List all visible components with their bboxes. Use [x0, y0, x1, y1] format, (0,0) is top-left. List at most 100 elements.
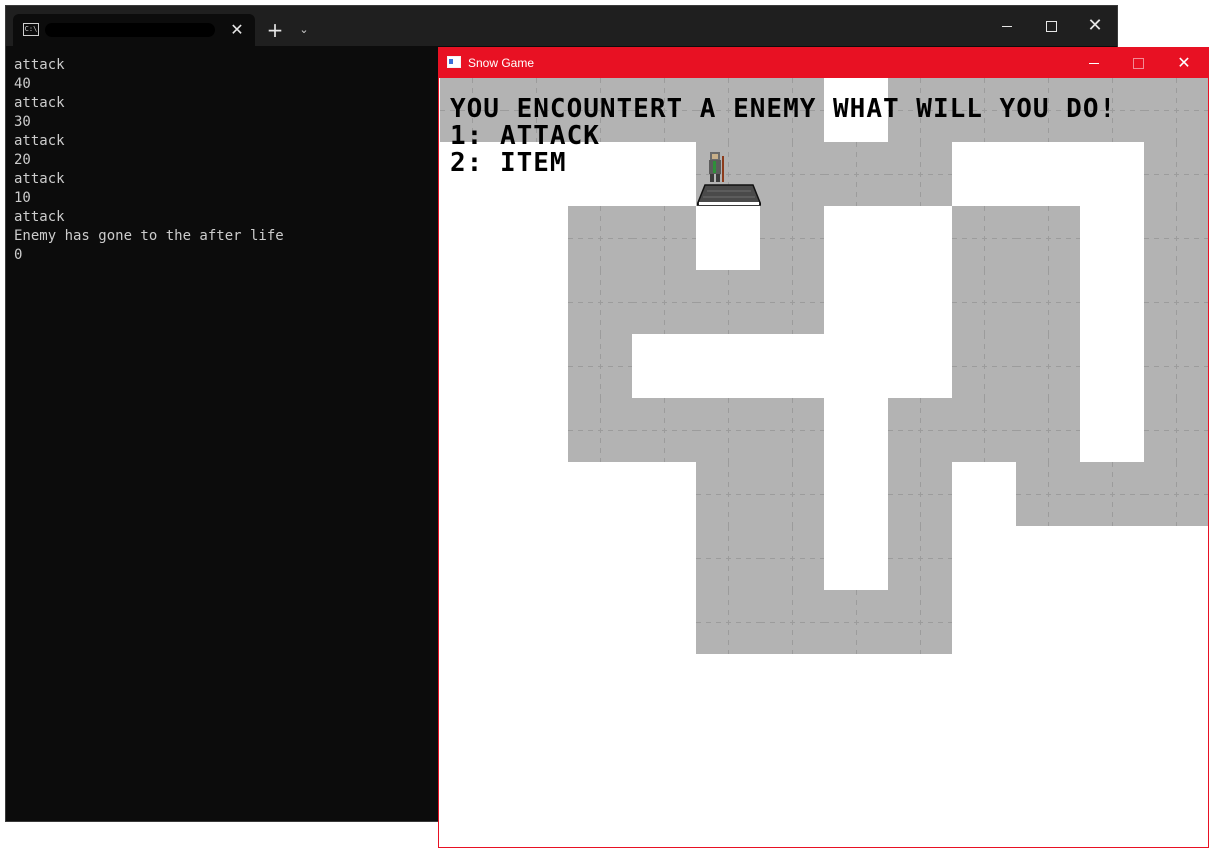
snow-tile — [760, 782, 824, 846]
floor-tile — [632, 270, 696, 334]
floor-tile — [1016, 462, 1080, 526]
floor-tile — [632, 398, 696, 462]
terminal-titlebar[interactable]: C:\ ✕ + ⌄ ✕ — [6, 6, 1117, 46]
snow-tile — [1080, 782, 1144, 846]
snow-tile — [824, 782, 888, 846]
floor-tile — [760, 526, 824, 590]
floor-tile — [888, 590, 952, 654]
snow-tile — [440, 782, 504, 846]
snow-tile — [632, 718, 696, 782]
snow-tile — [1080, 654, 1144, 718]
floor-tile — [1016, 334, 1080, 398]
snow-tile — [440, 270, 504, 334]
snow-tile — [504, 718, 568, 782]
snow-tile — [1080, 334, 1144, 398]
snow-tile — [888, 334, 952, 398]
snow-tile — [760, 718, 824, 782]
tab-dropdown-button[interactable]: ⌄ — [294, 18, 314, 42]
floor-tile — [888, 398, 952, 462]
snow-tile — [824, 334, 888, 398]
floor-tile — [696, 270, 760, 334]
floor-tile — [1144, 270, 1208, 334]
snow-tile — [504, 270, 568, 334]
snow-tile — [504, 334, 568, 398]
snow-tile — [696, 206, 760, 270]
snow-tile — [1144, 718, 1208, 782]
snow-tile — [824, 398, 888, 462]
snow-tile — [632, 590, 696, 654]
snow-tile — [824, 206, 888, 270]
floor-tile — [568, 270, 632, 334]
snow-tile — [1144, 526, 1208, 590]
output-line: 0 — [14, 247, 23, 263]
snow-tile — [696, 334, 760, 398]
minimize-icon — [1002, 26, 1012, 27]
console-icon: C:\ — [23, 23, 39, 36]
snow-tile — [952, 782, 1016, 846]
snow-tile — [440, 590, 504, 654]
option-attack[interactable]: 1: ATTACK — [450, 123, 1116, 150]
floor-tile — [952, 398, 1016, 462]
game-close-button[interactable]: ✕ — [1161, 48, 1207, 78]
snow-tile — [952, 590, 1016, 654]
snow-tile — [952, 462, 1016, 526]
snow-tile — [1144, 654, 1208, 718]
floor-tile — [568, 334, 632, 398]
floor-tile — [952, 270, 1016, 334]
snow-tile — [440, 206, 504, 270]
snow-tile — [824, 462, 888, 526]
terminal-tab[interactable]: C:\ ✕ — [13, 14, 255, 46]
snow-tile — [1080, 270, 1144, 334]
snow-tile — [504, 526, 568, 590]
game-minimize-button[interactable] — [1071, 48, 1117, 78]
floor-tile — [1144, 462, 1208, 526]
minimize-icon — [1089, 63, 1099, 64]
tab-close-icon[interactable]: ✕ — [225, 18, 249, 42]
output-line: 10 — [14, 190, 31, 206]
snow-tile — [760, 654, 824, 718]
snow-tile — [632, 462, 696, 526]
game-maximize-button[interactable] — [1115, 48, 1161, 78]
snow-tile — [760, 334, 824, 398]
snow-tile — [632, 334, 696, 398]
snow-tile — [888, 782, 952, 846]
snow-tile — [504, 398, 568, 462]
encounter-message: YOU ENCOUNTERT A ENEMY WHAT WILL YOU DO! — [450, 94, 1117, 124]
snow-tile — [824, 526, 888, 590]
floor-tile — [568, 206, 632, 270]
output-line: attack — [14, 171, 65, 187]
snow-tile — [1016, 590, 1080, 654]
terminal-maximize-button[interactable] — [1028, 6, 1074, 46]
terminal-minimize-button[interactable] — [984, 6, 1030, 46]
snow-tile — [632, 526, 696, 590]
snow-tile — [1016, 654, 1080, 718]
floor-tile — [1144, 398, 1208, 462]
snow-tile — [1080, 718, 1144, 782]
snow-tile — [440, 526, 504, 590]
snow-tile — [568, 526, 632, 590]
floor-tile — [760, 270, 824, 334]
snow-tile — [888, 206, 952, 270]
snow-tile — [1080, 590, 1144, 654]
snow-tile — [568, 462, 632, 526]
game-canvas[interactable]: YOU ENCOUNTERT A ENEMY WHAT WILL YOU DO!… — [440, 78, 1208, 846]
game-window-title: Snow Game — [468, 56, 535, 70]
snow-tile — [440, 334, 504, 398]
snow-tile — [824, 270, 888, 334]
terminal-close-button[interactable]: ✕ — [1072, 6, 1118, 46]
floor-tile — [760, 398, 824, 462]
terminal-output[interactable]: attack 40 attack 30 attack 20 attack 10 … — [14, 56, 434, 265]
floor-tile — [696, 398, 760, 462]
option-item[interactable]: 2: ITEM — [450, 150, 1116, 177]
snow-tile — [1016, 782, 1080, 846]
new-tab-button[interactable]: + — [262, 18, 288, 42]
snow-tile — [696, 782, 760, 846]
floor-tile — [1016, 270, 1080, 334]
floor-tile — [696, 462, 760, 526]
game-titlebar[interactable]: Snow Game ✕ — [439, 48, 1208, 78]
floor-tile — [1016, 398, 1080, 462]
floor-tile — [888, 526, 952, 590]
snow-tile — [952, 526, 1016, 590]
output-line: attack — [14, 57, 65, 73]
stone-platform — [697, 184, 761, 206]
